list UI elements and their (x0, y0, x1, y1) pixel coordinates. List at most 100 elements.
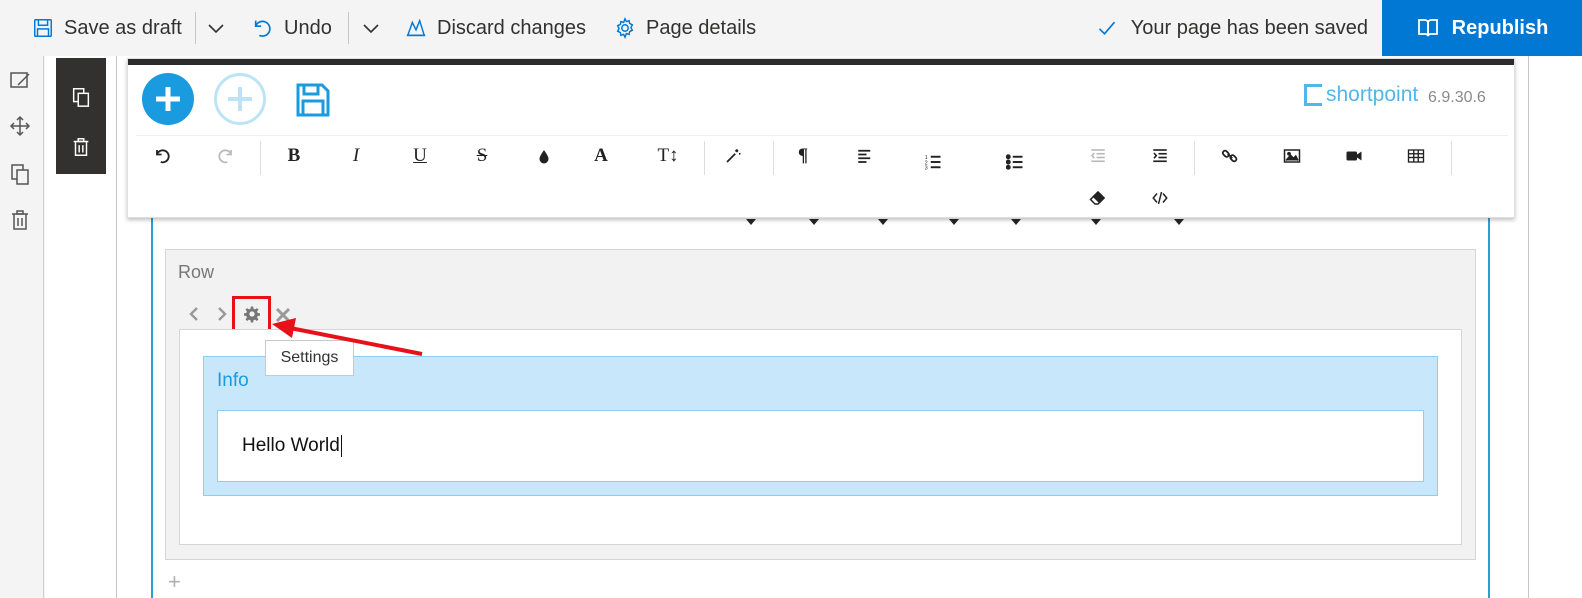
table-button[interactable] (1401, 141, 1431, 171)
numbered-list-icon: 123 (925, 155, 941, 172)
bullet-list-icon (1006, 154, 1023, 170)
divider (704, 141, 705, 175)
section-border (116, 56, 117, 598)
save-status: Your page has been saved (1097, 0, 1368, 56)
drop-icon (539, 150, 549, 164)
gear-icon (616, 17, 634, 39)
strikethrough-button[interactable]: S (467, 141, 497, 171)
source-code-button[interactable] (1145, 183, 1175, 213)
align-button[interactable] (850, 141, 880, 171)
outdent-icon (1090, 149, 1105, 163)
save-as-draft-button[interactable]: Save as draft (32, 0, 182, 56)
clear-formatting-button[interactable] (1083, 183, 1113, 213)
caret-down-icon[interactable] (746, 219, 756, 225)
font-size-button[interactable]: T↕ (648, 141, 688, 171)
move-left-icon[interactable] (185, 305, 203, 323)
divider (348, 12, 349, 44)
video-camera-icon (1346, 151, 1362, 161)
link-icon (1221, 149, 1238, 163)
webpart-border (1488, 218, 1490, 598)
left-rail (0, 56, 44, 598)
magic-wand-icon (726, 149, 741, 163)
settings-tooltip: Settings (265, 340, 354, 376)
duplicate-icon[interactable] (70, 86, 92, 108)
text-content: Hello World (242, 435, 340, 456)
section-border (1528, 56, 1529, 598)
save-status-label: Your page has been saved (1130, 16, 1368, 39)
divider (773, 141, 774, 175)
undo-icon (156, 149, 170, 164)
divider (195, 12, 196, 44)
outdent-button[interactable] (1083, 141, 1113, 171)
redo-button[interactable] (210, 141, 240, 171)
add-row-button[interactable] (214, 73, 266, 125)
save-icon[interactable] (295, 82, 331, 118)
underline-button[interactable]: U (405, 141, 435, 171)
divider (1194, 141, 1195, 175)
delete-icon[interactable] (70, 136, 92, 158)
shortpoint-logo-text: shortpoint (1326, 83, 1419, 106)
redo-icon (218, 149, 232, 164)
checkmark-icon (1098, 21, 1115, 36)
save-as-draft-label: Save as draft (64, 16, 182, 39)
indent-button[interactable] (1145, 141, 1175, 171)
add-row-plus-icon[interactable]: + (168, 569, 181, 595)
republish-button[interactable]: Republish (1382, 0, 1582, 56)
indent-icon (1153, 149, 1167, 163)
italic-button[interactable]: I (341, 141, 371, 171)
text-editor-field[interactable]: Hello World (217, 410, 1424, 482)
divider (136, 135, 1508, 136)
text-cursor (340, 435, 342, 457)
caret-down-icon[interactable] (809, 219, 819, 225)
shortpoint-logo-mark (1304, 84, 1322, 106)
close-icon[interactable] (274, 306, 292, 324)
align-left-icon (858, 149, 871, 163)
divider (1451, 141, 1452, 175)
undo-icon (254, 20, 271, 37)
code-icon (1152, 191, 1168, 205)
chevron-down-icon[interactable] (204, 16, 228, 40)
book-icon (1417, 19, 1438, 37)
discard-changes-button[interactable]: Discard changes (405, 0, 586, 56)
image-button[interactable] (1277, 141, 1307, 171)
undo-button[interactable]: Undo (252, 0, 332, 56)
page-details-button[interactable]: Page details (614, 0, 756, 56)
edit-icon[interactable] (8, 68, 32, 92)
link-button[interactable] (1215, 141, 1245, 171)
webpart-border (151, 218, 153, 598)
video-button[interactable] (1339, 141, 1369, 171)
divider (260, 141, 261, 175)
move-icon[interactable] (8, 114, 32, 138)
caret-down-icon[interactable] (1174, 219, 1184, 225)
duplicate-icon[interactable] (8, 162, 32, 186)
undo-button[interactable] (148, 141, 178, 171)
plus-icon (156, 87, 180, 111)
move-right-icon[interactable] (213, 305, 231, 323)
delete-icon[interactable] (8, 208, 32, 232)
caret-down-icon[interactable] (878, 219, 888, 225)
plus-icon (228, 87, 252, 111)
page-details-label: Page details (646, 16, 757, 39)
section-toolbar (56, 58, 106, 174)
paragraph-button[interactable]: ¶ (788, 141, 818, 171)
bold-button[interactable]: B (279, 141, 309, 171)
add-element-button[interactable] (142, 73, 194, 125)
ordered-list-button[interactable]: 123 (918, 147, 948, 177)
caret-down-icon[interactable] (1011, 219, 1021, 225)
format-painter-button[interactable] (718, 141, 748, 171)
chevron-down-icon[interactable] (359, 16, 383, 40)
caret-down-icon[interactable] (949, 219, 959, 225)
caret-down-icon[interactable] (1091, 219, 1101, 225)
save-icon (34, 19, 52, 37)
settings-highlight-box (232, 296, 271, 333)
shortpoint-logo: shortpoint (1304, 83, 1418, 107)
row-label: Row (178, 262, 215, 282)
eraser-icon (1089, 190, 1106, 205)
svg-text:3: 3 (925, 166, 928, 172)
highlight-color-button[interactable] (529, 141, 559, 171)
image-icon (1283, 149, 1301, 163)
discard-changes-label: Discard changes (437, 16, 586, 39)
undo-label: Undo (284, 16, 332, 39)
font-color-button[interactable]: A (586, 141, 616, 171)
bullet-list-button[interactable] (1000, 147, 1030, 177)
